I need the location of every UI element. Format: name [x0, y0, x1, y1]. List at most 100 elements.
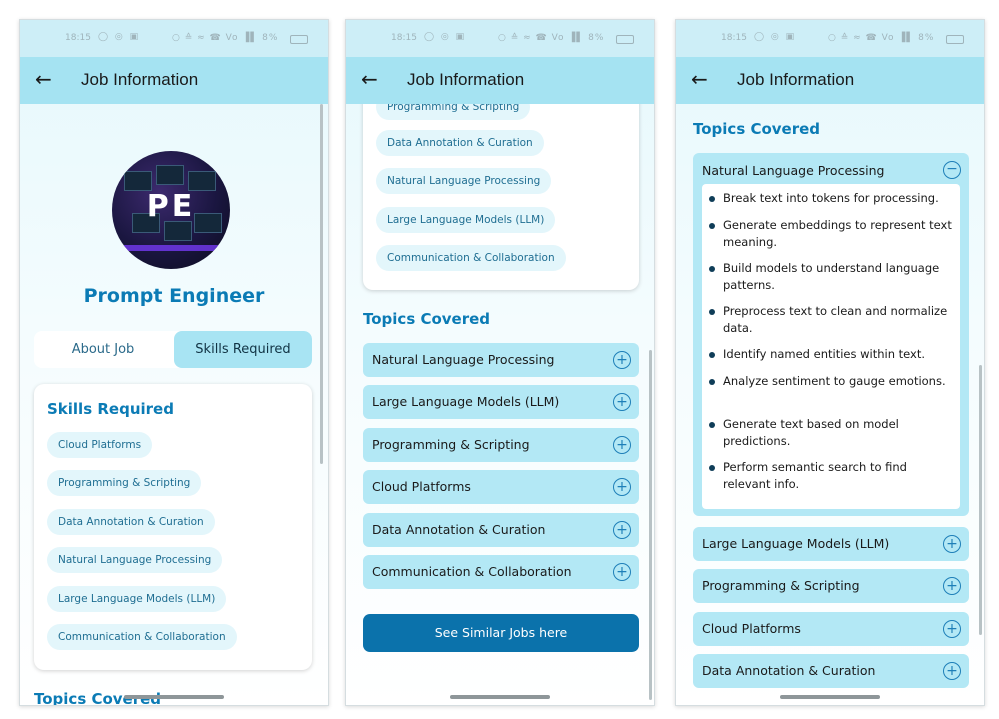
notification-icons: ◯ ◎ ▣	[754, 32, 797, 42]
bullet-icon	[709, 309, 715, 315]
skill-chip: Communication & Collaboration	[47, 624, 237, 650]
expand-plus-icon[interactable]: +	[613, 563, 631, 581]
list-item: Analyze sentiment to gauge emotions.	[723, 374, 946, 388]
job-avatar: PE	[112, 151, 230, 269]
status-time: 18:15	[65, 33, 91, 43]
page-title: Job Information	[737, 70, 855, 89]
topics-section-title: Topics Covered	[693, 120, 821, 138]
status-bar: 18:15 ◯ ◎ ▣ ○ ≙ ≈ ☎ Vo ▐▌ 8%	[676, 20, 984, 57]
home-indicator[interactable]	[124, 695, 224, 699]
status-time: 18:15	[391, 33, 417, 43]
page-title: Job Information	[81, 70, 199, 89]
battery-icon	[290, 35, 308, 44]
scrollbar[interactable]	[979, 365, 982, 635]
topics-section-title: Topics Covered	[363, 310, 491, 328]
tab-skills-required[interactable]: Skills Required	[174, 331, 312, 368]
see-similar-jobs-button[interactable]: See Similar Jobs here	[363, 614, 639, 652]
expand-plus-icon[interactable]: +	[943, 662, 961, 680]
tab-about-job[interactable]: About Job	[34, 331, 172, 368]
topic-accordion-item[interactable]: Large Language Models (LLM) +	[693, 527, 969, 561]
expand-plus-icon[interactable]: +	[613, 478, 631, 496]
bullet-icon	[709, 465, 715, 471]
skills-section-title: Skills Required	[47, 400, 174, 418]
skill-chip: Data Annotation & Curation	[376, 130, 544, 156]
expand-plus-icon[interactable]: +	[613, 393, 631, 411]
system-icons: ○ ≙ ≈ ☎ Vo ▐▌ 8%	[172, 33, 279, 43]
back-arrow-icon[interactable]: ←	[361, 67, 378, 91]
status-bar: 18:15 ◯ ◎ ▣ ○ ≙ ≈ ☎ Vo ▐▌ 8%	[20, 20, 328, 57]
expand-plus-icon[interactable]: +	[943, 577, 961, 595]
list-item: Generate text based on model predictions…	[723, 417, 899, 448]
topic-accordion-expanded[interactable]: Natural Language Processing − Break text…	[693, 153, 969, 516]
topic-label: Cloud Platforms	[702, 621, 801, 636]
topic-label: Programming & Scripting	[372, 437, 530, 452]
topic-accordion-item[interactable]: Natural Language Processing +	[363, 343, 639, 377]
list-item: Build models to understand language patt…	[723, 261, 940, 292]
topic-accordion-item[interactable]: Cloud Platforms +	[363, 470, 639, 504]
topic-label: Natural Language Processing	[372, 352, 555, 367]
screen-skills-required: 18:15 ◯ ◎ ▣ ○ ≙ ≈ ☎ Vo ▐▌ 8% ← Job Infor…	[19, 19, 329, 706]
scrollbar[interactable]	[649, 350, 652, 700]
status-time: 18:15	[721, 33, 747, 43]
system-icons: ○ ≙ ≈ ☎ Vo ▐▌ 8%	[498, 33, 605, 43]
list-item: Identify named entities within text.	[723, 347, 926, 361]
app-bar: ← Job Information	[676, 57, 984, 104]
topic-label: Communication & Collaboration	[372, 564, 572, 579]
battery-icon	[946, 35, 964, 44]
topic-label: Large Language Models (LLM)	[702, 536, 890, 551]
list-item: Perform semantic search to find relevant…	[723, 460, 907, 491]
tab-bar: About Job Skills Required	[34, 331, 312, 368]
topic-accordion-item[interactable]: Communication & Collaboration +	[363, 555, 639, 589]
topic-label: Programming & Scripting	[702, 578, 860, 593]
topic-accordion-item[interactable]: Large Language Models (LLM) +	[363, 385, 639, 419]
topic-label: Large Language Models (LLM)	[372, 394, 560, 409]
expand-plus-icon[interactable]: +	[943, 535, 961, 553]
expand-plus-icon[interactable]: +	[613, 436, 631, 454]
job-title: Prompt Engineer	[83, 285, 265, 307]
topic-accordion-item[interactable]: Programming & Scripting +	[363, 428, 639, 462]
expand-plus-icon[interactable]: +	[613, 351, 631, 369]
topic-accordion-item[interactable]: Cloud Platforms +	[693, 612, 969, 646]
status-bar: 18:15 ◯ ◎ ▣ ○ ≙ ≈ ☎ Vo ▐▌ 8%	[346, 20, 654, 57]
topic-label: Data Annotation & Curation	[372, 522, 546, 537]
bullet-icon	[709, 379, 715, 385]
back-arrow-icon[interactable]: ←	[35, 67, 52, 91]
app-bar: ← Job Information	[20, 57, 328, 104]
expand-plus-icon[interactable]: +	[613, 521, 631, 539]
back-arrow-icon[interactable]: ←	[691, 67, 708, 91]
topic-label: Natural Language Processing	[702, 163, 885, 178]
topic-accordion-item[interactable]: Programming & Scripting +	[693, 569, 969, 603]
system-icons: ○ ≙ ≈ ☎ Vo ▐▌ 8%	[828, 33, 935, 43]
bullet-icon	[709, 266, 715, 272]
skill-chip: Data Annotation & Curation	[47, 509, 215, 535]
home-indicator[interactable]	[450, 695, 550, 699]
bullet-icon	[709, 196, 715, 202]
skill-chip: Programming & Scripting	[47, 470, 202, 496]
topic-accordion-item[interactable]: Data Annotation & Curation +	[363, 513, 639, 547]
page-title: Job Information	[407, 70, 525, 89]
skill-chip: Natural Language Processing	[376, 168, 552, 194]
skill-chip: Cloud Platforms	[47, 432, 153, 458]
skill-chip: Large Language Models (LLM)	[376, 207, 556, 233]
home-indicator[interactable]	[780, 695, 880, 699]
skill-chip: Large Language Models (LLM)	[47, 586, 227, 612]
list-item: Preprocess text to clean and normalize d…	[723, 304, 948, 335]
topic-details-list: Break text into tokens for processing. G…	[702, 184, 960, 509]
skill-chip: Natural Language Processing	[47, 547, 223, 573]
battery-icon	[616, 35, 634, 44]
bullet-icon	[709, 223, 715, 229]
avatar-initials: PE	[146, 189, 196, 224]
notification-icons: ◯ ◎ ▣	[98, 32, 141, 42]
topic-accordion-item[interactable]: Data Annotation & Curation +	[693, 654, 969, 688]
list-item: Generate embeddings to represent text me…	[723, 218, 952, 249]
topic-label: Data Annotation & Curation	[702, 663, 876, 678]
app-bar: ← Job Information	[346, 57, 654, 104]
skill-chip: Communication & Collaboration	[376, 245, 566, 271]
bullet-icon	[709, 352, 715, 358]
collapse-minus-icon[interactable]: −	[943, 161, 961, 179]
screen-topic-expanded: 18:15 ◯ ◎ ▣ ○ ≙ ≈ ☎ Vo ▐▌ 8% ← Job Infor…	[675, 19, 985, 706]
expand-plus-icon[interactable]: +	[943, 620, 961, 638]
bullet-icon	[709, 422, 715, 428]
skills-card: Skills Required Cloud Platforms Programm…	[34, 384, 312, 670]
scrollbar[interactable]	[320, 104, 323, 464]
